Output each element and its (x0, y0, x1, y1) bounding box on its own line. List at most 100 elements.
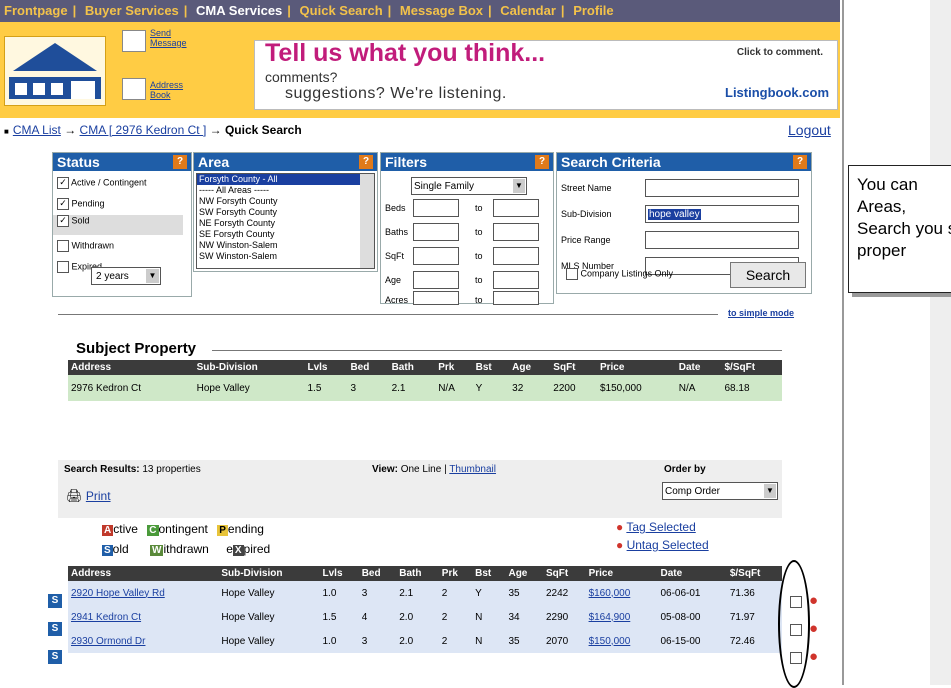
acres-min[interactable] (413, 291, 459, 305)
remove-icon[interactable]: ● (809, 620, 818, 637)
comment-ad[interactable]: Tell us what you think... comments? sugg… (254, 39, 838, 110)
price-range-input[interactable] (645, 231, 799, 249)
col-address[interactable]: Address (68, 566, 219, 581)
col-subdivision[interactable]: Sub-Division (218, 566, 320, 581)
logout-link[interactable]: Logout (788, 122, 831, 138)
help-icon[interactable]: ? (359, 155, 373, 169)
company-listings-checkbox[interactable]: Company Listings Only (566, 268, 673, 280)
baths-label: Baths (385, 227, 409, 237)
status-option[interactable]: Withdrawn (57, 240, 114, 252)
address-link[interactable]: 2930 Ormond Dr (71, 636, 145, 647)
area-option[interactable]: NW Forsyth County (197, 196, 374, 207)
status-option[interactable]: ✓ Pending (57, 198, 105, 210)
chevron-down-icon[interactable]: ▼ (146, 269, 159, 283)
col-bath[interactable]: Bath (396, 566, 439, 581)
to-label: to (475, 227, 483, 237)
untag-icon[interactable]: ● (616, 538, 623, 552)
area-scrollbar[interactable] (360, 174, 374, 268)
tag-icon[interactable]: ● (616, 520, 623, 534)
filters-title: Filters (385, 154, 428, 170)
price-link[interactable]: $160,000 (589, 588, 631, 599)
property-type-select[interactable]: Single Family ▼ (411, 177, 527, 195)
street-name-input[interactable] (645, 179, 799, 197)
area-option[interactable]: SW Winston-Salem (197, 251, 374, 262)
chevron-down-icon[interactable]: ▼ (764, 484, 776, 498)
view-thumbnail-link[interactable]: Thumbnail (449, 464, 496, 475)
crumb-arrow: → (64, 123, 77, 137)
area-option[interactable]: Forsyth County - All (197, 174, 374, 185)
address-book-label[interactable]: Address Book (150, 80, 183, 100)
tag-selected-link[interactable]: ● Tag Selected (616, 520, 696, 534)
sqft-max[interactable] (493, 247, 539, 265)
beds-min[interactable] (413, 199, 459, 217)
send-message-label[interactable]: Send Message (150, 28, 187, 48)
nav-calendar[interactable]: Calendar (500, 3, 556, 18)
address-link[interactable]: 2920 Hope Valley Rd (71, 588, 165, 599)
help-icon[interactable]: ? (173, 155, 187, 169)
house-logo-icon[interactable] (4, 36, 106, 106)
col-bst[interactable]: Bst (472, 566, 506, 581)
acres-max[interactable] (493, 291, 539, 305)
baths-max[interactable] (493, 223, 539, 241)
col-age[interactable]: Age (505, 566, 543, 581)
nav-profile[interactable]: Profile (573, 3, 613, 18)
price-link[interactable]: $150,000 (589, 636, 631, 647)
address-book-icon[interactable] (122, 78, 146, 100)
nav-cma-services[interactable]: CMA Services (196, 3, 282, 18)
address-book-link[interactable]: Address Book (150, 80, 200, 100)
scrollbar[interactable] (930, 0, 951, 685)
status-option[interactable]: ✓ Active / Contingent (57, 177, 147, 189)
cell: 68.18 (724, 382, 750, 394)
col-subdivision: Sub-Division (193, 360, 305, 375)
period-select[interactable]: 2 years ▼ (91, 267, 161, 285)
legend-expired-swatch: X (232, 545, 244, 556)
area-listbox[interactable]: Forsyth County - All ----- All Areas ---… (196, 173, 375, 269)
col-price-sqft[interactable]: $/SqFt (726, 566, 782, 581)
nav-quick-search[interactable]: Quick Search (300, 3, 383, 18)
beds-max[interactable] (493, 199, 539, 217)
area-option[interactable]: SE Forsyth County (197, 229, 374, 240)
simple-mode-link[interactable]: to simple mode (728, 308, 794, 318)
tag-selected-label[interactable]: Tag Selected (626, 520, 695, 534)
subdivision-input[interactable]: hope valley (645, 205, 799, 223)
print-link[interactable]: 🖨 Print (66, 488, 111, 504)
sqft-min[interactable] (413, 247, 459, 265)
age-max[interactable] (493, 271, 539, 289)
col-bed[interactable]: Bed (358, 566, 397, 581)
untag-selected-label[interactable]: Untag Selected (627, 538, 709, 552)
help-icon[interactable]: ? (535, 155, 549, 169)
price-link[interactable]: $164,900 (589, 612, 631, 623)
area-header: Area? (194, 153, 377, 171)
nav-message-box[interactable]: Message Box (400, 3, 483, 18)
col-price[interactable]: Price (585, 566, 658, 581)
crumb-cma[interactable]: CMA [ 2976 Kedron Ct ] (80, 123, 207, 137)
area-option[interactable]: SW Forsyth County (197, 207, 374, 218)
col-lvls[interactable]: Lvls (319, 566, 359, 581)
area-option[interactable]: NE Forsyth County (197, 218, 374, 229)
search-button[interactable]: Search (730, 262, 806, 288)
baths-min[interactable] (413, 223, 459, 241)
order-by-label: Order by (664, 464, 706, 475)
col-prk[interactable]: Prk (438, 566, 473, 581)
chevron-down-icon[interactable]: ▼ (513, 179, 525, 193)
area-option[interactable]: NW Winston-Salem (197, 240, 374, 251)
age-min[interactable] (413, 271, 459, 289)
remove-icon[interactable]: ● (809, 592, 818, 609)
area-option[interactable]: ----- All Areas ----- (197, 185, 374, 196)
mail-icon[interactable] (122, 30, 146, 52)
nav-buyer-services[interactable]: Buyer Services (85, 3, 179, 18)
col-date[interactable]: Date (657, 566, 727, 581)
crumb-cma-list[interactable]: CMA List (13, 123, 61, 137)
remove-icon[interactable]: ● (809, 648, 818, 665)
view-one-line[interactable]: One Line (401, 464, 442, 475)
col-sqft[interactable]: SqFt (543, 566, 586, 581)
nav-frontpage[interactable]: Frontpage (4, 3, 68, 18)
address-link[interactable]: 2941 Kedron Ct (71, 612, 141, 623)
help-icon[interactable]: ? (793, 155, 807, 169)
status-option[interactable]: ✓ Sold (53, 215, 183, 235)
send-message-link[interactable]: Send Message (150, 28, 210, 48)
order-by-select[interactable]: Comp Order ▼ (662, 482, 778, 500)
printer-icon[interactable]: 🖨 (66, 488, 83, 503)
print-label[interactable]: Print (86, 489, 111, 503)
untag-selected-link[interactable]: ● Untag Selected (616, 538, 709, 552)
